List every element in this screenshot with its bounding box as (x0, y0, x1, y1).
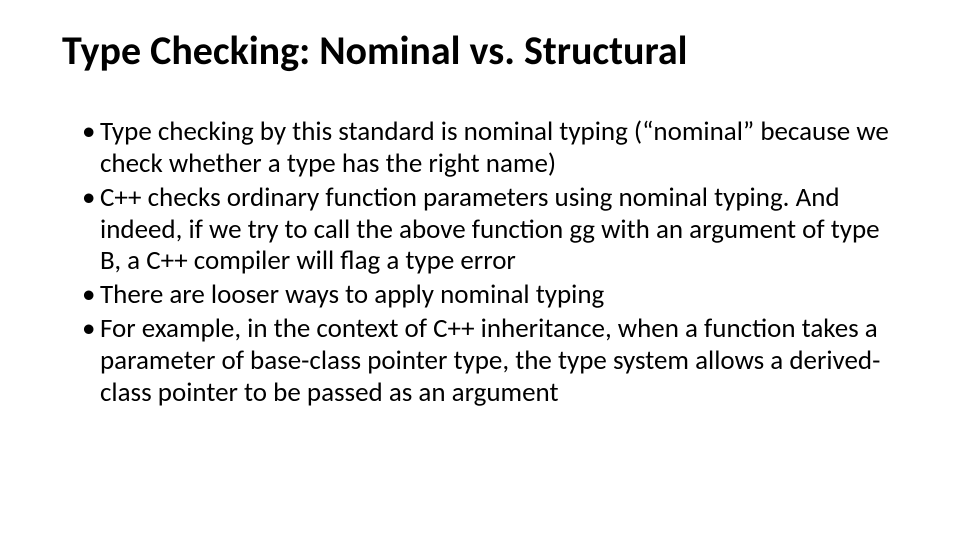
bullet-item: C++ checks ordinary function parameters … (82, 182, 898, 278)
bullet-item: For example, in the context of C++ inher… (82, 313, 898, 409)
slide-title: Type Checking: Nominal vs. Structural (62, 28, 898, 74)
slide: Type Checking: Nominal vs. Structural Ty… (0, 0, 960, 540)
bullet-item: Type checking by this standard is nomina… (82, 116, 898, 180)
bullet-item: There are looser ways to apply nominal t… (82, 279, 898, 311)
bullet-list: Type checking by this standard is nomina… (62, 116, 898, 409)
